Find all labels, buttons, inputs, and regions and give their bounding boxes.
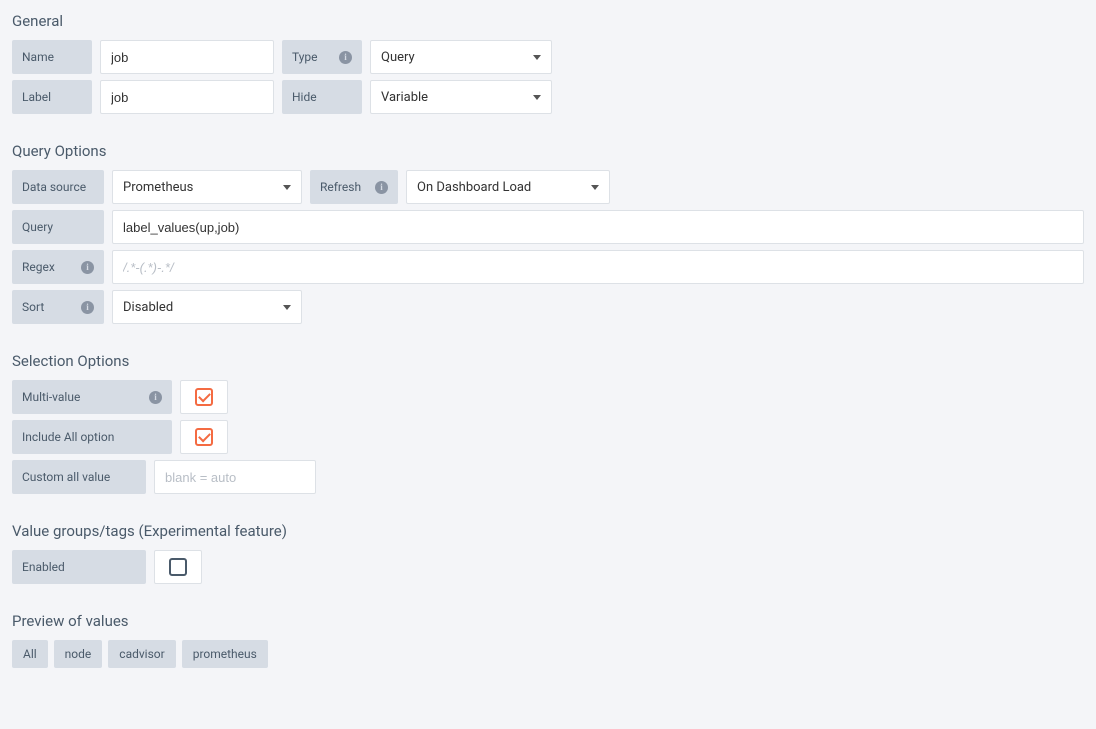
section-value-groups: Value groups/tags (Experimental feature)… bbox=[12, 522, 1084, 584]
label-regex: Regex i bbox=[12, 250, 104, 284]
refresh-select[interactable]: On Dashboard Load bbox=[406, 170, 610, 204]
label-query: Query bbox=[12, 210, 104, 244]
preview-tag-list: Allnodecadvisorprometheus bbox=[12, 640, 1084, 668]
label-hide: Hide bbox=[282, 80, 362, 114]
label-input[interactable] bbox=[100, 80, 274, 114]
info-icon[interactable]: i bbox=[81, 301, 94, 314]
label-refresh: Refresh i bbox=[310, 170, 398, 204]
section-general: General Name Type i Query Label Hide Var… bbox=[12, 12, 1084, 114]
datasource-select[interactable]: Prometheus bbox=[112, 170, 302, 204]
hide-select[interactable]: Variable bbox=[370, 80, 552, 114]
preview-tag: node bbox=[54, 640, 103, 668]
name-input[interactable] bbox=[100, 40, 274, 74]
multi-value-checkbox[interactable] bbox=[180, 380, 228, 414]
checkmark-icon bbox=[195, 428, 213, 446]
preview-tag: All bbox=[12, 640, 48, 668]
section-selection-options: Selection Options Multi-value i Include … bbox=[12, 352, 1084, 494]
include-all-checkbox[interactable] bbox=[180, 420, 228, 454]
checkbox-empty-icon bbox=[169, 558, 187, 576]
section-query-options: Query Options Data source Prometheus Ref… bbox=[12, 142, 1084, 324]
label-name: Name bbox=[12, 40, 92, 74]
section-title-general: General bbox=[12, 12, 1084, 30]
label-sort: Sort i bbox=[12, 290, 104, 324]
enabled-checkbox[interactable] bbox=[154, 550, 202, 584]
label-type: Type i bbox=[282, 40, 362, 74]
info-icon[interactable]: i bbox=[81, 261, 94, 274]
label-enabled: Enabled bbox=[12, 550, 146, 584]
checkmark-icon bbox=[195, 388, 213, 406]
label-multi-value: Multi-value i bbox=[12, 380, 172, 414]
section-title-query-options: Query Options bbox=[12, 142, 1084, 160]
label-custom-all: Custom all value bbox=[12, 460, 146, 494]
info-icon[interactable]: i bbox=[339, 51, 352, 64]
preview-tag: prometheus bbox=[182, 640, 268, 668]
preview-tag: cadvisor bbox=[108, 640, 175, 668]
section-title-preview: Preview of values bbox=[12, 612, 1084, 630]
info-icon[interactable]: i bbox=[149, 391, 162, 404]
label-label: Label bbox=[12, 80, 92, 114]
custom-all-input[interactable] bbox=[154, 460, 316, 494]
section-preview: Preview of values Allnodecadvisorprometh… bbox=[12, 612, 1084, 668]
section-title-selection-options: Selection Options bbox=[12, 352, 1084, 370]
info-icon[interactable]: i bbox=[375, 181, 388, 194]
regex-input[interactable] bbox=[112, 250, 1084, 284]
query-input[interactable] bbox=[112, 210, 1084, 244]
type-select[interactable]: Query bbox=[370, 40, 552, 74]
label-datasource: Data source bbox=[12, 170, 104, 204]
label-include-all: Include All option bbox=[12, 420, 172, 454]
sort-select[interactable]: Disabled bbox=[112, 290, 302, 324]
section-title-value-groups: Value groups/tags (Experimental feature) bbox=[12, 522, 1084, 540]
